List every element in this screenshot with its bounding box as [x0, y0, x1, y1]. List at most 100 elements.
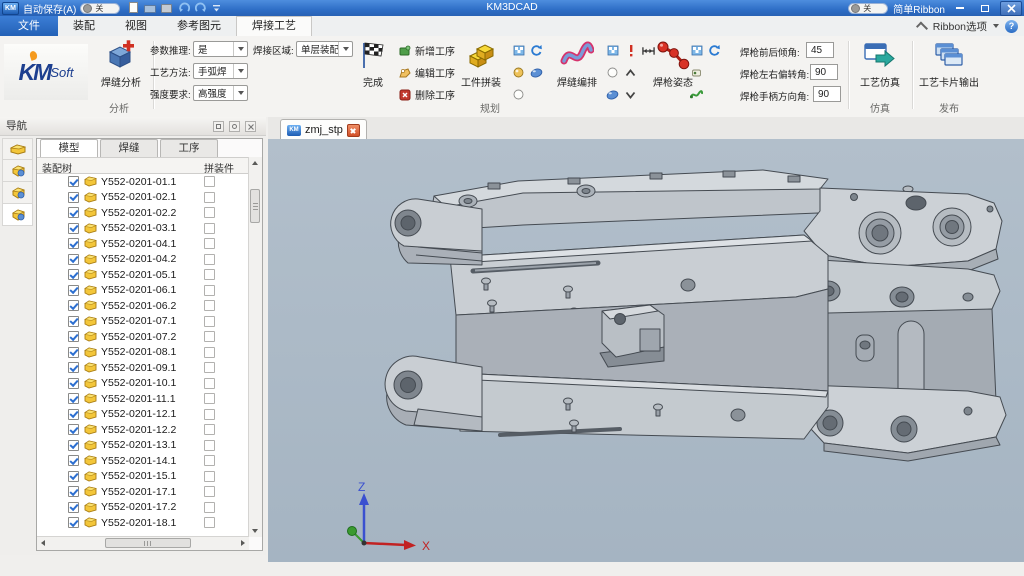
horizontal-scroll-thumb[interactable]	[105, 538, 191, 548]
assembly-checkbox[interactable]	[204, 409, 215, 420]
tool-small-button[interactable]	[690, 66, 703, 79]
vertical-scrollbar[interactable]	[248, 157, 262, 537]
visibility-checkbox[interactable]	[68, 347, 79, 358]
table-row[interactable]: Y552-0201-08.1	[37, 345, 248, 361]
table-row[interactable]: Y552-0201-14.1	[37, 453, 248, 469]
table-row[interactable]: Y552-0201-04.1	[37, 236, 248, 252]
assembly-checkbox[interactable]	[204, 347, 215, 358]
scroll-right-arrow[interactable]	[237, 537, 249, 549]
move-up-button[interactable]	[624, 66, 637, 79]
assembly-checkbox[interactable]	[204, 393, 215, 404]
visibility-checkbox[interactable]	[68, 502, 79, 513]
marker-button[interactable]	[624, 44, 637, 57]
tab-reference[interactable]: 参考图元	[162, 16, 236, 36]
torch-yaw-input[interactable]: 90	[810, 64, 838, 80]
rotate-button[interactable]	[530, 44, 543, 57]
flag-small-button[interactable]	[690, 44, 703, 57]
visibility-checkbox[interactable]	[68, 254, 79, 265]
tab-weld-seam[interactable]: 焊缝	[100, 139, 158, 157]
assembly-checkbox[interactable]	[204, 269, 215, 280]
close-button[interactable]	[1000, 1, 1022, 16]
table-row[interactable]: Y552-0201-12.1	[37, 407, 248, 423]
table-row[interactable]: Y552-0201-02.1	[37, 190, 248, 206]
assembly-checkbox[interactable]	[204, 424, 215, 435]
assembly-checkbox[interactable]	[204, 207, 215, 218]
table-row[interactable]: Y552-0201-18.1	[37, 515, 248, 531]
table-row[interactable]: Y552-0201-15.1	[37, 469, 248, 485]
assembly-checkbox[interactable]	[204, 486, 215, 497]
table-row[interactable]: Y552-0201-07.2	[37, 329, 248, 345]
assembly-checkbox[interactable]	[204, 502, 215, 513]
visibility-checkbox[interactable]	[68, 269, 79, 280]
table-row[interactable]: Y552-0201-13.1	[37, 438, 248, 454]
collapse-ribbon-icon[interactable]	[916, 21, 928, 33]
help-button[interactable]: ?	[1005, 20, 1018, 33]
torch-handle-input[interactable]: 90	[813, 86, 841, 102]
assembly-checkbox[interactable]	[204, 300, 215, 311]
visibility-checkbox[interactable]	[68, 331, 79, 342]
table-row[interactable]: Y552-0201-09.1	[37, 360, 248, 376]
visibility-checkbox[interactable]	[68, 176, 79, 187]
finish-button[interactable]: 完成	[352, 38, 394, 110]
strip-process-button[interactable]	[2, 204, 33, 226]
strip-weld-button[interactable]	[2, 182, 33, 204]
visibility-checkbox[interactable]	[68, 316, 79, 327]
visibility-checkbox[interactable]	[68, 192, 79, 203]
assembly-checkbox[interactable]	[204, 254, 215, 265]
process-method-dropdown[interactable]: 手弧焊	[193, 63, 248, 79]
add-process-button[interactable]: 新增工序	[398, 41, 455, 60]
tab-weld-process[interactable]: 焊接工艺	[236, 16, 312, 36]
scroll-up-arrow[interactable]	[249, 157, 261, 169]
table-row[interactable]: Y552-0201-10.1	[37, 376, 248, 392]
viewport-3d[interactable]: Z X	[268, 139, 1024, 562]
torch-pitch-input[interactable]: 45	[806, 42, 834, 58]
table-row[interactable]: Y552-0201-04.2	[37, 252, 248, 268]
visibility-checkbox[interactable]	[68, 238, 79, 249]
horizontal-scrollbar[interactable]	[37, 536, 249, 550]
ribbon-options-label[interactable]: Ribbon选项	[933, 19, 987, 34]
assembly-checkbox[interactable]	[204, 176, 215, 187]
param-inference-dropdown[interactable]: 是	[193, 41, 248, 57]
edit-process-button[interactable]: 编辑工序	[398, 63, 455, 82]
assembly-checkbox[interactable]	[204, 285, 215, 296]
assembly-checkbox[interactable]	[204, 471, 215, 482]
table-row[interactable]: Y552-0201-02.2	[37, 205, 248, 221]
panel-options-icon[interactable]	[213, 121, 224, 132]
visibility-checkbox[interactable]	[68, 440, 79, 451]
tab-process[interactable]: 工序	[160, 139, 218, 157]
visibility-checkbox[interactable]	[68, 471, 79, 482]
scroll-left-arrow[interactable]	[37, 537, 49, 549]
assembly-checkbox[interactable]	[204, 331, 215, 342]
tab-assembly[interactable]: 装配	[58, 16, 110, 36]
vertical-scroll-thumb[interactable]	[250, 189, 260, 223]
visibility-checkbox[interactable]	[68, 409, 79, 420]
visibility-checkbox[interactable]	[68, 207, 79, 218]
weld-path-snake-button[interactable]	[690, 88, 703, 101]
assembly-checkbox[interactable]	[204, 455, 215, 466]
table-row[interactable]: Y552-0201-06.2	[37, 298, 248, 314]
table-row[interactable]: Y552-0201-17.1	[37, 484, 248, 500]
assembly-checkbox[interactable]	[204, 362, 215, 373]
tab-model[interactable]: 模型	[40, 139, 98, 157]
flag-small-button[interactable]	[512, 44, 525, 57]
visibility-checkbox[interactable]	[68, 300, 79, 311]
weld-region-dropdown[interactable]: 单层装配	[296, 41, 353, 57]
strength-dropdown[interactable]: 高强度	[193, 85, 248, 101]
visibility-checkbox[interactable]	[68, 455, 79, 466]
assembly-checkbox[interactable]	[204, 517, 215, 528]
minimize-button[interactable]	[950, 2, 970, 15]
maximize-button[interactable]	[975, 2, 995, 15]
scroll-down-arrow[interactable]	[249, 525, 261, 537]
ball-orange-button[interactable]	[512, 66, 525, 79]
flag-small-button[interactable]	[606, 44, 619, 57]
ball-white-button[interactable]	[606, 66, 619, 79]
cylinder-blue-button[interactable]	[530, 66, 543, 79]
table-row[interactable]: Y552-0201-03.1	[37, 221, 248, 237]
chevron-down-icon[interactable]	[993, 24, 999, 28]
assembly-checkbox[interactable]	[204, 440, 215, 451]
tab-file[interactable]: 文件	[0, 16, 58, 36]
document-tab[interactable]: KM zmj_stp	[280, 119, 367, 140]
cylinder-blue-button[interactable]	[606, 88, 619, 101]
visibility-checkbox[interactable]	[68, 393, 79, 404]
visibility-checkbox[interactable]	[68, 362, 79, 373]
